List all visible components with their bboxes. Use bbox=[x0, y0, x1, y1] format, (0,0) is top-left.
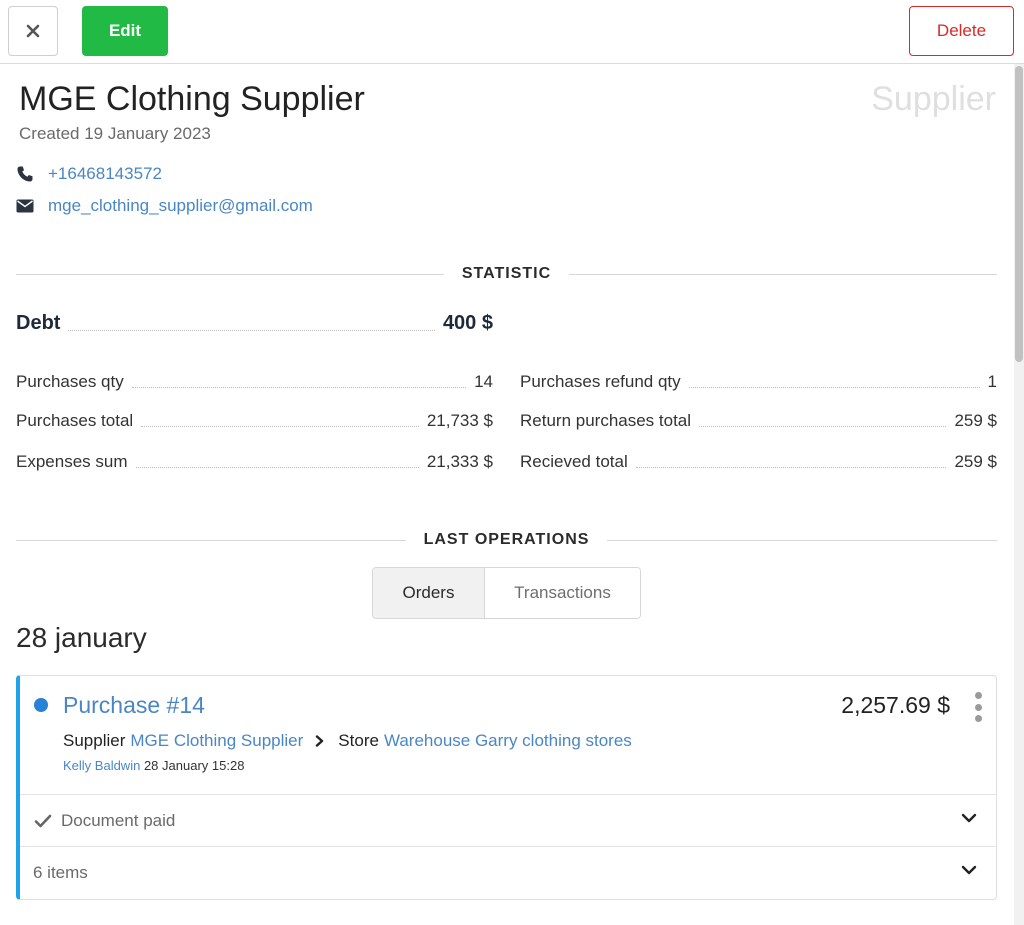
stat-return-purchases-total: Return purchases total 259 $ bbox=[520, 411, 997, 431]
email-row: mge_clothing_supplier@gmail.com bbox=[16, 196, 313, 216]
document-status-text: Document paid bbox=[61, 810, 176, 830]
stat-value: 21,333 $ bbox=[426, 452, 493, 471]
entity-type-label: Supplier bbox=[871, 80, 996, 118]
stat-label: Purchases qty bbox=[16, 372, 124, 391]
stat-label: Purchases total bbox=[16, 411, 134, 430]
tab-orders[interactable]: Orders bbox=[373, 568, 485, 618]
purchase-route: Supplier MGE Clothing Supplier Store War… bbox=[63, 731, 632, 751]
stat-value: 1 bbox=[987, 372, 997, 391]
stat-label: Recieved total bbox=[520, 452, 628, 471]
stat-label: Expenses sum bbox=[16, 452, 128, 471]
operation-card[interactable]: Purchase #14 2,257.69 $ Supplier MGE Clo… bbox=[16, 675, 997, 900]
stat-value: 14 bbox=[474, 372, 493, 391]
check-icon bbox=[34, 814, 52, 827]
debt-row: Debt 400 $ bbox=[16, 312, 493, 335]
toolbar: Edit Delete bbox=[0, 0, 1024, 64]
chevron-down-icon bbox=[961, 813, 977, 823]
operation-meta: Kelly Baldwin 28 January 15:28 bbox=[63, 758, 244, 773]
stat-purchases-total: Purchases total 21,733 $ bbox=[16, 411, 493, 431]
email-link[interactable]: mge_clothing_supplier@gmail.com bbox=[48, 196, 313, 216]
phone-row: +16468143572 bbox=[16, 164, 162, 184]
chevron-down-icon bbox=[961, 865, 977, 875]
delete-button[interactable]: Delete bbox=[909, 6, 1014, 56]
edit-button[interactable]: Edit bbox=[82, 6, 168, 56]
stat-value: 259 $ bbox=[954, 411, 997, 430]
last-operations-title: LAST OPERATIONS bbox=[423, 531, 590, 548]
store-label: Store bbox=[338, 731, 379, 750]
supplier-label: Supplier bbox=[63, 731, 126, 750]
date-group-header: 28 january bbox=[16, 622, 147, 653]
user-link[interactable]: Kelly Baldwin bbox=[63, 758, 140, 773]
purchase-amount: 2,257.69 $ bbox=[841, 692, 950, 718]
phone-link[interactable]: +16468143572 bbox=[48, 164, 162, 184]
stat-label: Return purchases total bbox=[520, 411, 692, 430]
created-date: Created 19 January 2023 bbox=[19, 124, 211, 143]
chevron-right-icon bbox=[315, 735, 324, 747]
document-status-row[interactable]: Document paid bbox=[20, 794, 997, 846]
store-link[interactable]: Warehouse Garry clothing stores bbox=[384, 731, 632, 751]
scrollbar-thumb[interactable] bbox=[1015, 66, 1023, 362]
last-operations-section-header: LAST OPERATIONS bbox=[16, 530, 998, 550]
stat-purchases-refund-qty: Purchases refund qty 1 bbox=[520, 372, 997, 392]
close-x-icon bbox=[26, 24, 40, 38]
debt-label: Debt bbox=[16, 312, 61, 334]
items-row[interactable]: 6 items bbox=[20, 846, 997, 898]
stat-value: 21,733 $ bbox=[426, 411, 493, 430]
page-title: MGE Clothing Supplier bbox=[19, 80, 365, 118]
stat-label: Purchases refund qty bbox=[520, 372, 681, 391]
stat-value: 259 $ bbox=[954, 452, 997, 471]
statistic-section-header: STATISTIC bbox=[16, 264, 998, 284]
close-button[interactable] bbox=[8, 6, 58, 56]
stat-expenses-sum: Expenses sum 21,333 $ bbox=[16, 452, 493, 472]
items-count: 6 items bbox=[33, 862, 88, 882]
stat-recieved-total: Recieved total 259 $ bbox=[520, 452, 997, 472]
status-dot bbox=[34, 698, 48, 712]
operation-datetime: 28 January 15:28 bbox=[143, 758, 245, 773]
debt-value: 400 $ bbox=[442, 312, 493, 334]
purchase-link[interactable]: Purchase #14 bbox=[63, 692, 205, 719]
kebab-menu-icon[interactable] bbox=[972, 692, 984, 722]
stat-purchases-qty: Purchases qty 14 bbox=[16, 372, 493, 392]
phone-icon bbox=[16, 164, 36, 184]
statistic-title: STATISTIC bbox=[461, 265, 552, 282]
supplier-link[interactable]: MGE Clothing Supplier bbox=[130, 731, 303, 751]
tab-transactions[interactable]: Transactions bbox=[485, 568, 640, 618]
operations-tabs: Orders Transactions bbox=[372, 567, 641, 619]
envelope-icon bbox=[16, 196, 36, 216]
